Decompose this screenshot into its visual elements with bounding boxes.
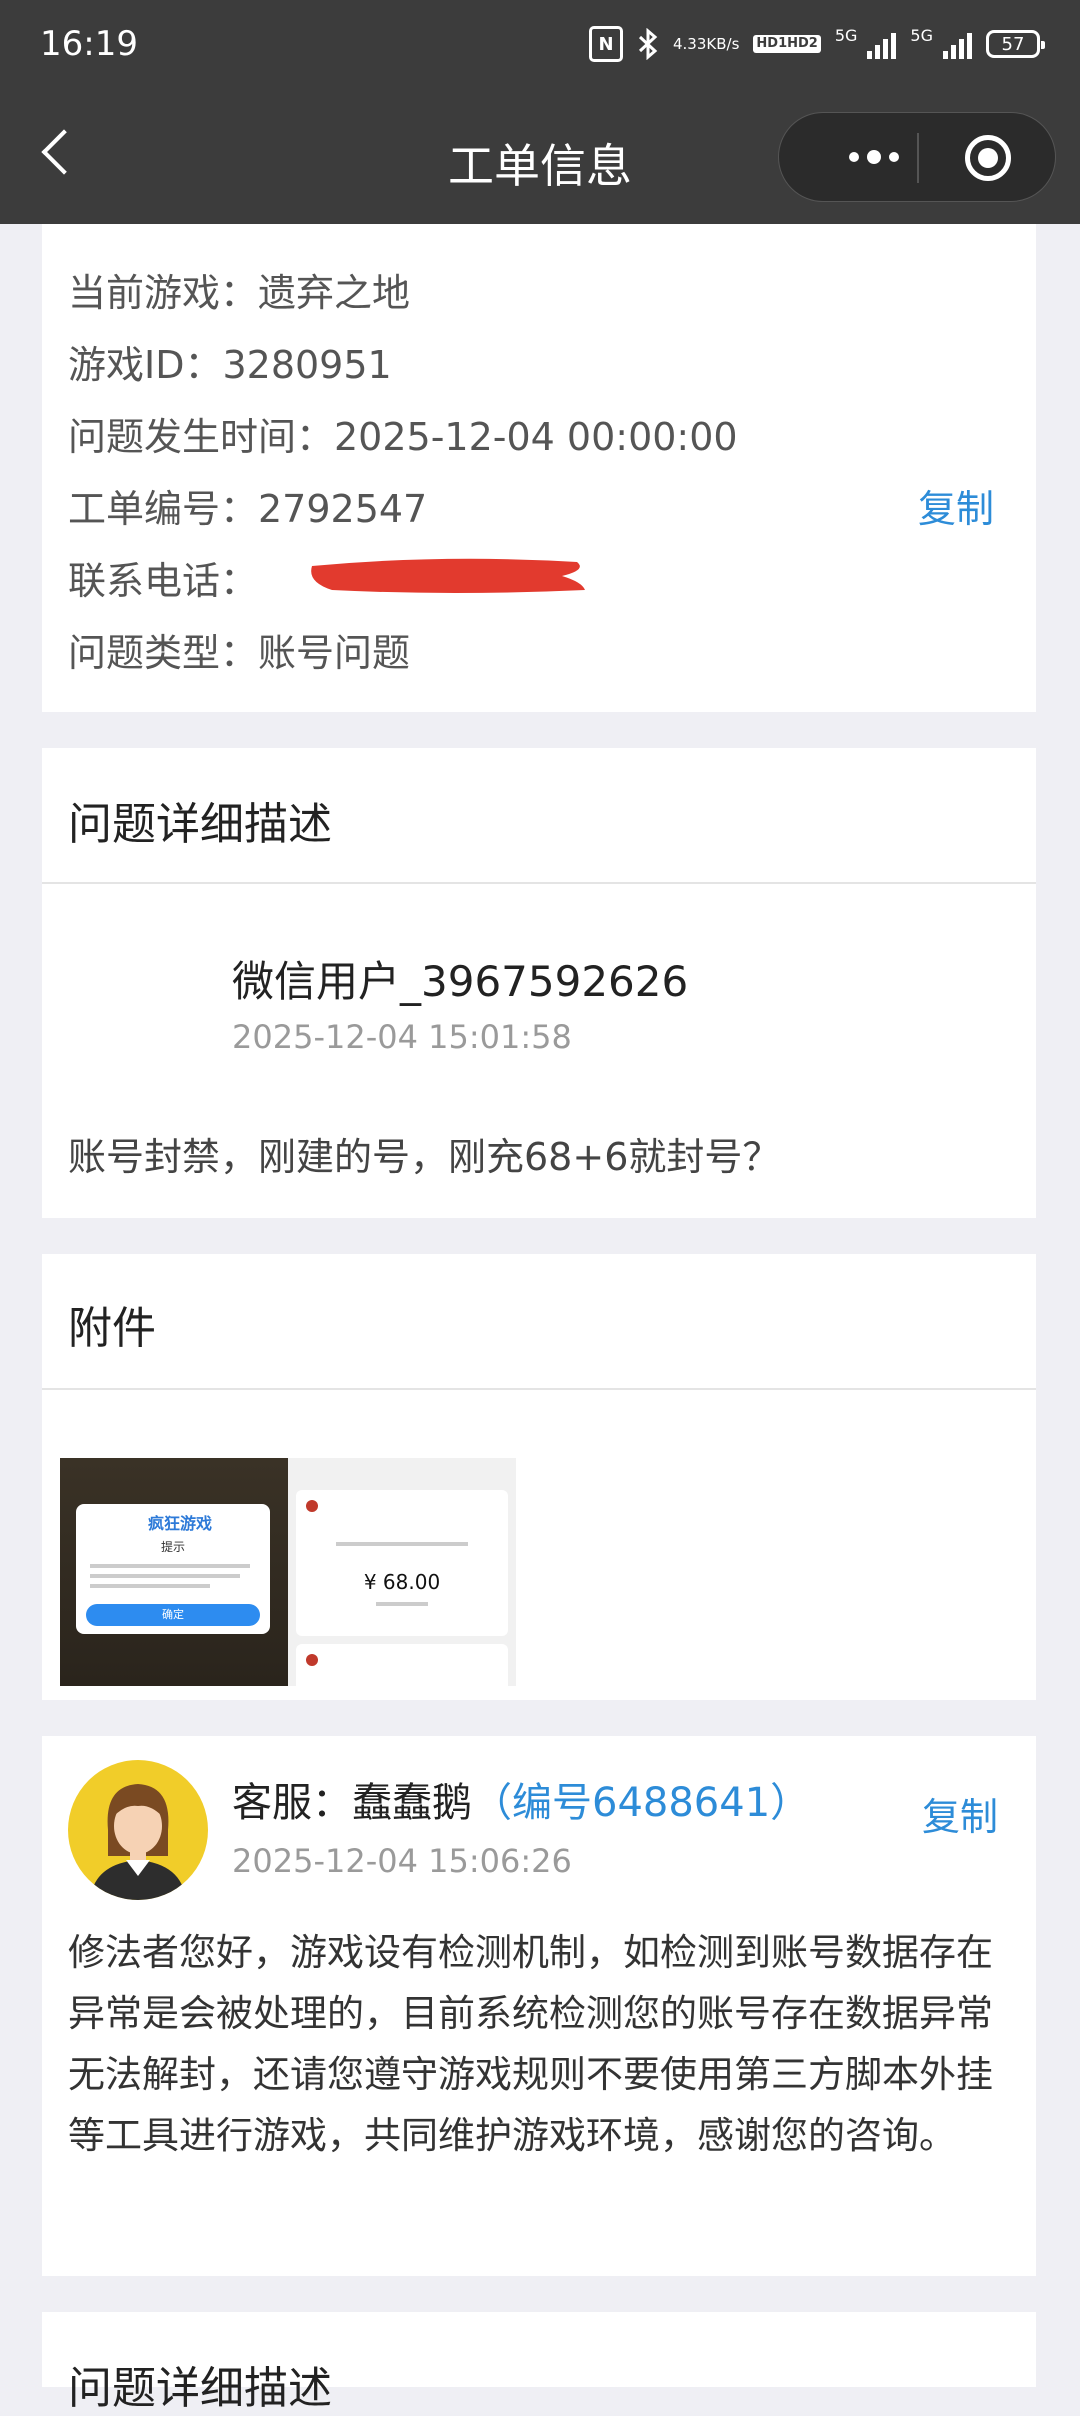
text-line (90, 1584, 210, 1588)
sim2-network-type: 5G (910, 26, 933, 45)
sim1-network-type: 5G (834, 26, 858, 45)
agent-number: （编号6488641） (472, 1780, 811, 1826)
occurred-time: 问题发生时间：2025-12-04 00:00:00 (68, 415, 738, 459)
sim1-signal-icon (867, 29, 897, 59)
agent-name: 客服：蠢蠢鹅（编号6488641） (232, 1770, 810, 1828)
divider (42, 1388, 1036, 1390)
redacted-phone (311, 558, 585, 593)
description-text: 账号封禁，刚建的号，刚充68+6就封号？ (68, 1135, 781, 1179)
post-time: 2025-12-04 15:01:58 (232, 1018, 572, 1056)
user-name: 微信用户_3967592626 (232, 957, 689, 1006)
reply-text: 修法者您好，游戏设有检测机制，如检测到账号数据存在异常是会被处理的，目前系统检测… (68, 1931, 993, 2157)
clock: 16:19 (40, 24, 138, 64)
description-card-2: 问题详细描述 (42, 2312, 1036, 2414)
dialog-confirm-button: 确定 (86, 1604, 260, 1626)
more-menu-button[interactable] (819, 135, 929, 179)
text-line (336, 1542, 468, 1546)
agent-avatar (68, 1760, 208, 1900)
attachments-title: 附件 (68, 1303, 156, 1354)
agent-prefix: 客服：蠢蠢鹅 (232, 1780, 472, 1826)
dialog-title: 提示 (160, 1540, 185, 1554)
reply-card: 客服：蠢蠢鹅（编号6488641） 复制 2025-12-04 15:06:26… (42, 1736, 1036, 2276)
text-line (90, 1574, 240, 1578)
issue-type: 问题类型：账号问题 (68, 631, 411, 675)
avatar (306, 1500, 318, 1512)
ticket-number: 工单编号：2792547 (68, 487, 428, 531)
game-dialog-screenshot: 疯狂游戏 提示 确定 (76, 1504, 270, 1634)
description-card: 问题详细描述 微信用户_3967592626 2025-12-04 15:01:… (42, 748, 1036, 1218)
attachments-card: 附件 疯狂游戏 提示 确定 ¥ 68.00 (42, 1254, 1036, 1700)
divider (42, 882, 1036, 884)
avatar (306, 1654, 318, 1666)
copy-agent-button[interactable]: 复制 (922, 1786, 998, 1841)
ticket-info-card: 当前游戏：遗弃之地 游戏ID：3280951 问题发生时间：2025-12-04… (42, 224, 1036, 712)
status-icons: N 4.33 KB/s HD1 HD2 5G 5G 57 (589, 26, 1045, 62)
game-id: 游戏ID：3280951 (68, 343, 392, 387)
description-title-2: 问题详细描述 (68, 2363, 332, 2414)
reply-time: 2025-12-04 15:06:26 (232, 1842, 572, 1880)
sim2-signal-icon (943, 29, 972, 59)
close-miniprogram-button[interactable] (965, 135, 1011, 181)
attachment-thumbnail-2[interactable]: ¥ 68.00 (288, 1458, 516, 1686)
nav-bar: 工单信息 (0, 88, 1080, 224)
bluetooth-icon (637, 28, 659, 60)
payment-card-screenshot (296, 1644, 508, 1686)
network-speed: 4.33 KB/s (673, 35, 740, 53)
current-game: 当前游戏：遗弃之地 (68, 271, 411, 315)
nfc-icon: N (589, 26, 623, 62)
attachment-thumbnail-1[interactable]: 疯狂游戏 提示 确定 (60, 1458, 288, 1686)
phone-label: 联系电话： (68, 559, 259, 603)
payment-card-screenshot: ¥ 68.00 (296, 1490, 508, 1636)
copy-ticket-button[interactable]: 复制 (918, 478, 994, 533)
status-bar: 16:19 N 4.33 KB/s HD1 HD2 5G 5G 57 (0, 0, 1080, 88)
payment-amount: ¥ 68.00 (363, 1570, 441, 1594)
capsule-divider (917, 133, 919, 183)
text-line (376, 1602, 428, 1606)
description-title: 问题详细描述 (68, 799, 332, 850)
battery-icon: 57 (986, 30, 1045, 58)
hd-badge: HD1 HD2 (753, 35, 821, 53)
text-line (90, 1564, 250, 1568)
game-logo: 疯狂游戏 (148, 1514, 213, 1533)
miniprogram-capsule (778, 112, 1056, 202)
